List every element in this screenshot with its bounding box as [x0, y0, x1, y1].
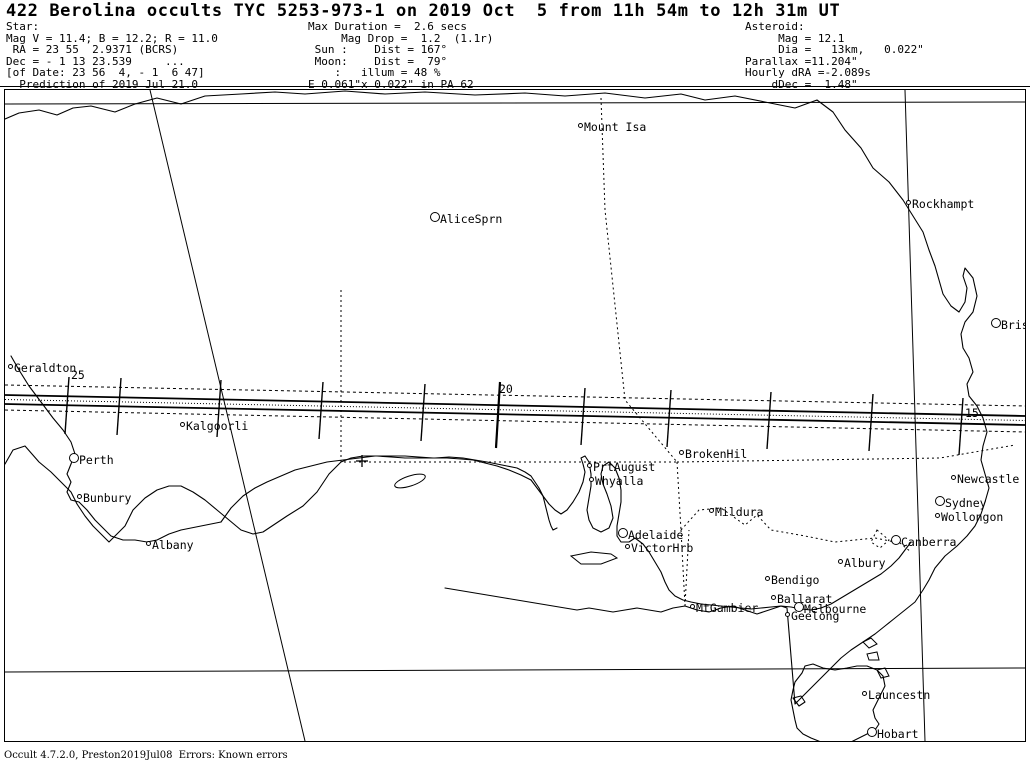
city-label: Bendigo: [771, 573, 820, 587]
path-time-label: 25: [71, 368, 85, 382]
city-dot-icon: [951, 475, 956, 480]
occultation-map: Mount Isa Rockhampt AliceSprn Brisban Gerald…: [4, 89, 1026, 742]
city-label: PrtAugust: [593, 460, 656, 474]
city-dot-icon: [587, 463, 592, 468]
city-dot-icon: [867, 727, 877, 737]
city-label: Geraldton: [14, 361, 77, 375]
coast-bight: [220, 455, 532, 523]
city-dot-icon: [709, 508, 714, 513]
island-kangaroo: [394, 473, 426, 489]
city-label: Mildura: [715, 505, 764, 519]
city-label: BrokenHil: [685, 447, 748, 461]
event-circumstances-block: Max Duration = 2.6 secs Mag Drop = 1.2 (…: [308, 20, 494, 91]
latitude-line: [5, 667, 1025, 673]
city-dot-icon: [578, 123, 583, 128]
city-dot-icon: [589, 477, 594, 482]
city-label: Brisban: [1001, 318, 1025, 332]
city-label: VictorHrb: [631, 541, 694, 555]
city-label: Albury: [844, 556, 886, 570]
island-bass-2: [866, 651, 880, 661]
border-act: [870, 529, 890, 549]
border-sa-nsw: [676, 461, 682, 531]
header-divider: [0, 86, 1030, 87]
border-wa-nt-sa: [340, 290, 677, 463]
city-label: Canberra: [901, 535, 957, 549]
city-label: Geelong: [791, 609, 840, 623]
city-dot-icon: [690, 604, 695, 609]
city-label: Sydney: [945, 496, 987, 510]
meridian-line: [904, 90, 926, 741]
city-label: Bunbury: [83, 491, 132, 505]
city-dot-icon: [618, 528, 628, 538]
city-dot-icon: [991, 318, 1001, 328]
city-label: MtGambier: [696, 601, 759, 615]
city-label: Mount Isa: [584, 120, 647, 134]
city-dot-icon: [862, 691, 867, 696]
city-dot-icon: [891, 535, 901, 545]
city-dot-icon: [180, 422, 185, 427]
city-dot-icon: [77, 494, 82, 499]
asteroid-parameters-block: Asteroid: Mag = 12.1 Dia = 13km, 0.022" …: [745, 20, 924, 91]
map-graphics: [5, 90, 1025, 741]
path-time-label: 20: [499, 382, 513, 396]
city-label: Perth: [79, 453, 114, 467]
city-dot-icon: [679, 450, 684, 455]
time-tick: [958, 397, 964, 456]
path-time-label: 15: [965, 406, 979, 420]
city-label: AliceSprn: [440, 212, 503, 226]
city-dot-icon: [430, 212, 440, 222]
footer-credit: Occult 4.7.2.0, Preston2019Jul08 Errors:…: [4, 750, 288, 761]
city-label: Kalgoorli: [186, 419, 249, 433]
city-dot-icon: [838, 559, 843, 564]
city-dot-icon: [625, 544, 630, 549]
prediction-page: 422 Berolina occults TYC 5253-973-1 on 2…: [0, 0, 1030, 766]
island-bass-1: [862, 637, 878, 649]
city-dot-icon: [906, 200, 911, 205]
city-dot-icon: [935, 496, 945, 506]
city-label: Newcastle: [957, 472, 1020, 486]
city-label: Hobart: [877, 727, 919, 741]
city-label: Whyalla: [595, 474, 644, 488]
city-dot-icon: [69, 453, 79, 463]
city-dot-icon: [765, 576, 770, 581]
city-label: Adelaide: [628, 528, 684, 542]
island-kangaroo-sa: [569, 551, 619, 565]
page-title: 422 Berolina occults TYC 5253-973-1 on 2…: [6, 1, 841, 21]
star-parameters-block: Star: Mag V = 11.4; B = 12.2; R = 11.0 R…: [6, 20, 218, 91]
latitude-line: [5, 101, 1025, 105]
header: 422 Berolina occults TYC 5253-973-1 on 2…: [0, 0, 1030, 91]
city-label: Rockhampt: [912, 197, 975, 211]
city-dot-icon: [146, 541, 151, 546]
city-label: Albany: [152, 538, 194, 552]
city-dot-icon: [771, 595, 776, 600]
city-dot-icon: [785, 612, 790, 617]
coast-west: [10, 355, 222, 543]
city-dot-icon: [8, 364, 13, 369]
city-label: Wollongon: [941, 510, 1004, 524]
city-dot-icon: [935, 513, 940, 518]
city-label: Launcestn: [868, 688, 931, 702]
